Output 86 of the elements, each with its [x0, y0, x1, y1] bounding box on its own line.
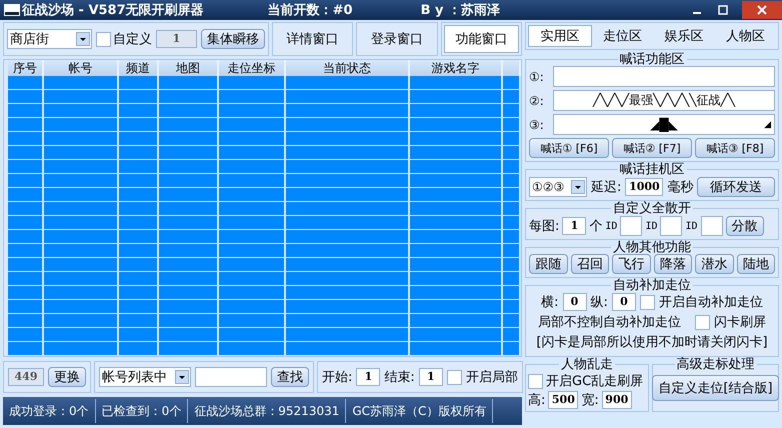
tab[interactable]: 实用区 — [528, 25, 592, 47]
custom-walk-button[interactable]: 自定义走位[结合版] — [652, 375, 779, 401]
status-text: GC苏雨泽（C）版权所有 — [346, 399, 494, 423]
note-text: 局部不控制自动补加走位 — [538, 314, 681, 331]
start-label: 开始: — [322, 369, 352, 386]
width-label: 宽: — [581, 392, 599, 409]
checkbox[interactable] — [695, 314, 710, 330]
map-dropdown[interactable]: 商店街 — [7, 29, 92, 49]
delay-label: 延迟: — [591, 179, 622, 196]
width-field[interactable]: 900 — [602, 391, 632, 409]
checkbox-label: 开启GC乱走刷屏 — [546, 373, 644, 390]
close-icon — [756, 4, 768, 16]
window-tab[interactable]: 功能窗口 — [444, 25, 519, 53]
checkbox-label: 自定义 — [113, 31, 152, 48]
checkbox-label: 闪卡刷屏 — [714, 314, 766, 331]
change-button[interactable]: 更换 — [48, 367, 86, 387]
close-button[interactable] — [742, 1, 782, 19]
section-title: 人物其他功能 — [612, 241, 692, 254]
id-field[interactable] — [700, 216, 723, 236]
start-field[interactable]: 1 — [356, 368, 380, 386]
shout-field[interactable]: ╱╲╱╲╱最强╲╱╲╱╲╲征战╱╲ — [553, 90, 775, 111]
id-field[interactable] — [620, 216, 642, 236]
per-map-label: 每图: — [529, 218, 560, 235]
loop-send-button[interactable]: 循环发送 — [697, 177, 775, 197]
window-title: 征战沙场 - V587无限开刷屏器 — [22, 2, 204, 19]
shout-button[interactable]: 喊话② [F7] — [612, 138, 692, 158]
shout-button[interactable]: 喊话① [F6] — [529, 138, 609, 158]
section-title: 自定义全散开 — [612, 202, 692, 215]
search-button[interactable]: 查找 — [271, 367, 309, 387]
tab[interactable]: 人物区 — [714, 25, 776, 47]
checkbox[interactable] — [446, 370, 462, 384]
action-button[interactable]: 飞行 — [612, 254, 650, 274]
status-text: 成功登录：0个 — [3, 399, 96, 423]
tab[interactable]: 娱乐区 — [653, 25, 714, 47]
custom-value-field[interactable]: 1 — [156, 30, 197, 48]
height-label: 高: — [528, 392, 546, 409]
shout-dropdown[interactable]: ①②③ — [529, 177, 587, 197]
x-field[interactable]: 0 — [562, 293, 586, 311]
teleport-button[interactable]: 集体瞬移 — [201, 29, 265, 49]
section-title: 人物乱走 — [560, 358, 614, 371]
shout-button[interactable]: 喊话③ [F8] — [695, 138, 775, 158]
status-text: 征战沙场总群：95213031 — [188, 399, 346, 423]
search-field[interactable] — [195, 367, 267, 387]
section-title: 自动补加走位 — [612, 279, 692, 292]
checkbox-label: 开启局部 — [466, 369, 518, 386]
per-map-field[interactable]: 1 — [562, 217, 586, 235]
counter-field: 449 — [8, 368, 44, 386]
checkbox[interactable] — [640, 294, 655, 310]
action-button[interactable]: 潜水 — [695, 254, 734, 274]
action-button[interactable]: 召回 — [570, 254, 609, 274]
unit-label: 个 — [589, 218, 602, 235]
height-field[interactable]: 500 — [548, 391, 578, 409]
checkbox[interactable] — [96, 32, 112, 46]
action-button[interactable]: 跟随 — [529, 254, 568, 274]
maximize-icon[interactable] — [716, 3, 730, 17]
id-label: ID — [645, 220, 658, 232]
field-label: ①: — [529, 70, 545, 84]
list-dropdown[interactable]: 帐号列表中 — [99, 367, 191, 387]
action-button[interactable]: 降落 — [654, 254, 692, 274]
checkbox-label: 开启自动补加走位 — [658, 294, 763, 311]
id-label: ID — [605, 220, 618, 232]
tab[interactable]: 走位区 — [592, 25, 653, 47]
status-text: 已检查到：0个 — [96, 399, 188, 423]
end-label: 结束: — [384, 369, 415, 386]
action-button[interactable]: 陆地 — [736, 254, 775, 274]
y-field[interactable]: 0 — [612, 293, 636, 311]
hint-text: [闪卡是局部所以使用不加时请关闭闪卡] — [536, 334, 768, 351]
delay-field[interactable]: 1000 — [625, 178, 664, 196]
section-title: 喊话功能区 — [618, 53, 686, 66]
id-field[interactable] — [660, 216, 682, 236]
checkbox[interactable] — [528, 374, 543, 388]
section-title: 喊话挂机区 — [618, 163, 686, 176]
shout-field[interactable] — [553, 66, 775, 87]
y-label: 纵: — [590, 294, 608, 311]
section-title: 高级走标处理 — [676, 358, 756, 371]
app-icon — [4, 4, 20, 16]
end-field[interactable]: 1 — [418, 368, 443, 386]
instance-count: 当前开数：#0 — [268, 2, 353, 19]
unit-label: 毫秒 — [667, 179, 694, 196]
x-label: 横: — [541, 294, 558, 311]
field-label: ②: — [529, 94, 545, 108]
shout-field[interactable]: ◢█◣ ◢ — [553, 114, 775, 135]
author-label: B y ：苏雨泽 — [420, 2, 500, 19]
field-label: ③: — [529, 118, 545, 132]
scatter-button[interactable]: 分散 — [726, 216, 764, 236]
id-label: ID — [685, 220, 698, 232]
